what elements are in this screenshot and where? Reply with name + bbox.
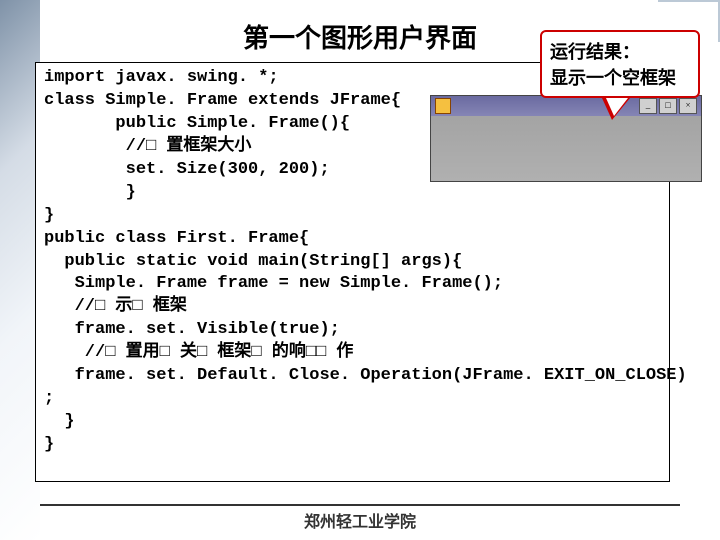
java-icon	[435, 98, 451, 114]
callout-line2: 显示一个空框架	[550, 64, 690, 90]
close-icon: ×	[679, 98, 697, 114]
callout-line1: 运行结果：	[550, 38, 690, 64]
callout-tail	[602, 98, 630, 120]
footer-text: 郑州轻工业学院	[0, 508, 720, 532]
footer-divider	[40, 504, 680, 506]
minimize-icon: _	[639, 98, 657, 114]
window-titlebar: _ □ ×	[431, 96, 701, 116]
result-callout: 运行结果： 显示一个空框架	[540, 30, 700, 98]
window-buttons: _ □ ×	[639, 98, 697, 114]
maximize-icon: □	[659, 98, 677, 114]
decorative-left-gradient	[0, 0, 40, 540]
window-screenshot: _ □ ×	[430, 95, 702, 182]
